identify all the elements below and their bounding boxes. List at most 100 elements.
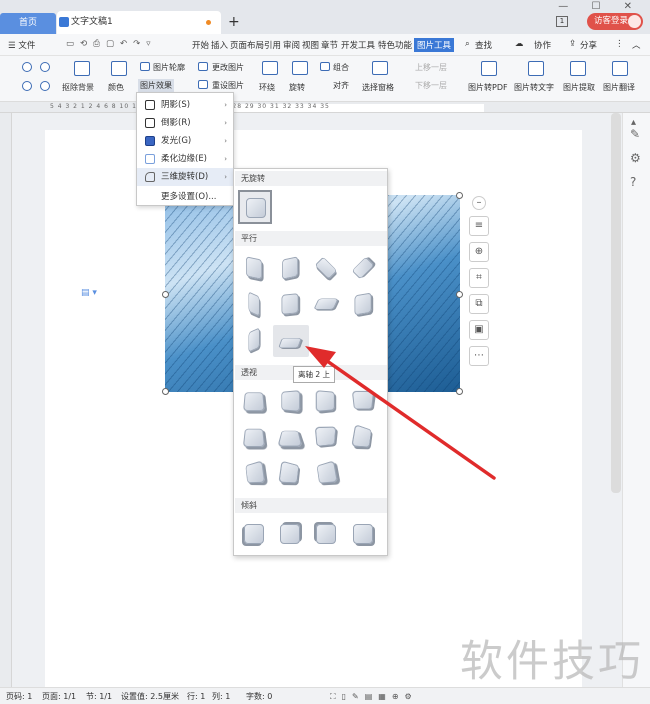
tab-home[interactable]: 首页 (0, 13, 56, 34)
menu-layout[interactable]: 页面布局 (230, 39, 264, 51)
preset-oblique[interactable] (241, 521, 267, 547)
window-controls[interactable]: — ☐ ✕ (558, 1, 642, 12)
resize-handle[interactable] (456, 388, 463, 395)
collapse-ribbon-icon[interactable]: ︿ (632, 39, 641, 51)
send-backward-button[interactable]: 下移一层 (415, 80, 447, 91)
clarity-icon[interactable] (40, 62, 50, 72)
layout-options-icon[interactable]: ≡ (469, 216, 489, 236)
edit-pen-icon[interactable]: ✎ (630, 127, 640, 141)
rotate-button[interactable]: 旋转 (289, 82, 305, 93)
extract-button[interactable]: 图片提取 (563, 82, 595, 93)
selection-pane-icon[interactable] (372, 61, 388, 75)
preset-parallel[interactable] (350, 255, 376, 281)
preset-parallel[interactable] (313, 291, 339, 317)
menu-picture-tools[interactable]: 图片工具 (414, 38, 455, 52)
menu-item-reflection[interactable]: 倒影(R) › (137, 114, 233, 132)
share-button[interactable]: 分享 (580, 39, 597, 51)
resize-handle[interactable] (456, 291, 463, 298)
color-icon[interactable] (111, 61, 127, 76)
preset-parallel[interactable] (241, 291, 267, 317)
to-pdf-button[interactable]: 图片转PDF (468, 82, 508, 93)
preset-off-axis-2-top[interactable] (273, 325, 309, 357)
zoom-icon[interactable]: ⊕ (469, 242, 489, 262)
reset-picture-button[interactable]: 重设图片 (212, 80, 244, 91)
share-icon[interactable]: ⇪ (569, 39, 576, 49)
preset-parallel[interactable] (241, 327, 267, 353)
preset-perspective[interactable] (350, 424, 376, 450)
preset-perspective[interactable] (277, 460, 303, 486)
color-button[interactable]: 颜色 (108, 82, 124, 93)
preset-perspective[interactable] (277, 388, 303, 414)
preset-oblique[interactable] (313, 521, 339, 547)
more-icon[interactable]: ⋮ (615, 39, 624, 49)
align-button[interactable]: 对齐 (333, 80, 349, 91)
tab-document[interactable]: 文字文稿1 (57, 11, 221, 34)
preset-parallel[interactable] (313, 255, 339, 281)
collab-button[interactable]: 协作 (534, 39, 551, 51)
menu-insert[interactable]: 插入 (211, 39, 228, 51)
cloud-icon[interactable]: ☁ (515, 39, 524, 49)
status-section[interactable]: 节: 1/1 (86, 688, 112, 704)
status-words[interactable]: 字数: 0 (246, 688, 272, 704)
preset-perspective[interactable] (277, 424, 303, 450)
preset-oblique[interactable] (350, 521, 376, 547)
preset-parallel[interactable] (277, 291, 303, 317)
menu-item-soft-edges[interactable]: 柔化边缘(E) › (137, 150, 233, 168)
remove-bg-button[interactable]: 抠除背景 (62, 82, 94, 93)
view-mode-icons[interactable]: ⛶▯✎▤▦⊕⚙ (330, 688, 418, 704)
paragraph-marker-icon[interactable]: ▤ ▾ (81, 288, 97, 298)
menu-item-glow[interactable]: 发光(G) › (137, 132, 233, 150)
rotate-icon[interactable] (292, 61, 308, 75)
preset-perspective[interactable] (241, 424, 267, 450)
vertical-scrollbar[interactable] (611, 113, 621, 493)
menu-item-more-settings[interactable]: 更多设置(O)... (137, 188, 233, 206)
preset-parallel[interactable] (241, 255, 267, 281)
collapse-icon[interactable]: – (472, 196, 486, 210)
preset-perspective[interactable] (241, 460, 267, 486)
resize-handle[interactable] (162, 291, 169, 298)
wrap-button[interactable]: 环绕 (259, 82, 275, 93)
menu-review[interactable]: 审阅 (283, 39, 300, 51)
preset-perspective[interactable] (313, 424, 339, 450)
preset-perspective[interactable] (241, 388, 267, 414)
image-style-icon[interactable]: ▣ (469, 320, 489, 340)
selection-pane-button[interactable]: 选择窗格 (362, 82, 394, 93)
to-text-button[interactable]: 图片转文字 (514, 82, 554, 93)
menu-chapter[interactable]: 章节 (321, 39, 338, 51)
preset-oblique[interactable] (277, 521, 303, 547)
visitor-login-button[interactable]: 访客登录 (587, 13, 643, 30)
to-pdf-icon[interactable] (481, 61, 497, 76)
menu-item-shadow[interactable]: 阴影(S) › (137, 96, 233, 114)
more-options-icon[interactable]: ⋯ (469, 346, 489, 366)
extract-icon[interactable] (570, 61, 586, 76)
status-row[interactable]: 行: 1 (187, 688, 205, 704)
effect-button[interactable]: 图片效果 (138, 79, 174, 92)
menu-view[interactable]: 视图 (302, 39, 319, 51)
preset-parallel[interactable] (277, 255, 303, 281)
menu-item-3d-rotation[interactable]: 三维旋转(D) › (137, 168, 233, 186)
contrast-icon[interactable] (40, 81, 50, 91)
resize-handle[interactable] (456, 192, 463, 199)
new-tab-button[interactable]: + (228, 14, 240, 30)
help-icon[interactable]: ? (630, 175, 636, 189)
translate-icon[interactable] (612, 61, 628, 76)
page-count-badge[interactable]: 1 (556, 16, 568, 27)
menu-developer[interactable]: 开发工具 (341, 39, 375, 51)
preset-perspective[interactable] (313, 460, 339, 486)
menu-start[interactable]: 开始 (192, 39, 209, 51)
to-text-icon[interactable] (528, 61, 544, 76)
preset-perspective[interactable] (313, 388, 339, 414)
resize-handle[interactable] (162, 388, 169, 395)
preset-no-rotation[interactable] (238, 190, 272, 224)
brightness-icon[interactable] (22, 81, 32, 91)
quick-access-icons[interactable]: ▭⟲⎙▢↶↷▿ (66, 39, 157, 49)
crop-tool-icon[interactable]: ⌗ (469, 268, 489, 288)
menu-reference[interactable]: 引用 (264, 39, 281, 51)
remove-bg-icon[interactable] (74, 61, 90, 76)
status-col[interactable]: 列: 1 (212, 688, 230, 704)
preset-perspective[interactable] (350, 388, 376, 414)
horizontal-ruler[interactable]: 5 4 3 2 1 2 4 6 8 10 12 14 16 18 20 22 2… (0, 102, 650, 113)
status-setting[interactable]: 设置值: 2.5厘米 (121, 688, 179, 704)
group-button[interactable]: 组合 (333, 62, 349, 73)
menu-special[interactable]: 特色功能 (378, 39, 412, 51)
